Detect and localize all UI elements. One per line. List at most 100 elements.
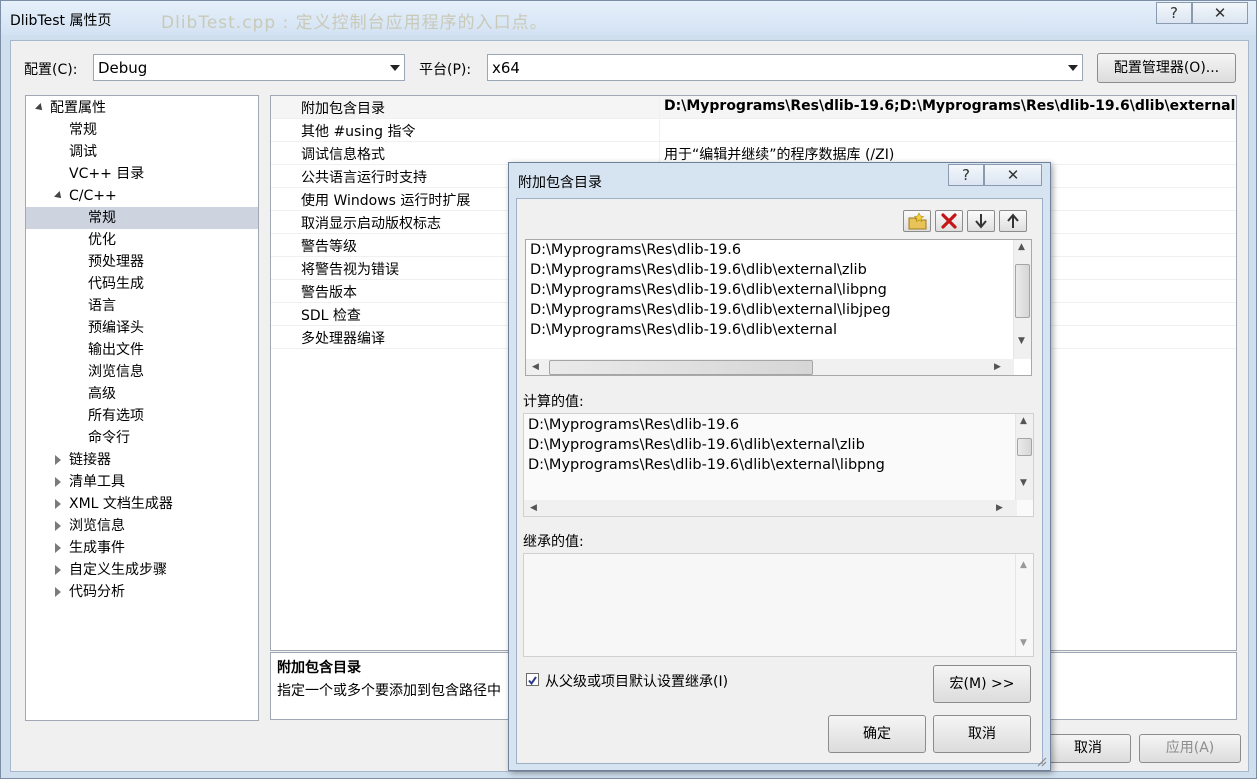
tree-item[interactable]: 高级 xyxy=(26,383,258,405)
property-name: 警告等级 xyxy=(301,239,357,255)
column-divider[interactable] xyxy=(659,142,660,164)
column-divider[interactable] xyxy=(659,119,660,141)
tree-item-label: 代码分析 xyxy=(69,584,125,600)
vertical-scrollbar[interactable]: ▲ ▼ xyxy=(1013,240,1031,359)
tree-item[interactable]: 语言 xyxy=(26,295,258,317)
expanded-arrow-icon[interactable] xyxy=(35,103,45,113)
vertical-scrollbar[interactable]: ▲ ▼ xyxy=(1015,554,1033,656)
property-row[interactable]: 其他 #using 指令 xyxy=(271,119,1236,142)
vertical-scrollbar[interactable]: ▲ ▼ xyxy=(1015,414,1033,500)
config-manager-button[interactable]: 配置管理器(O)... xyxy=(1097,53,1236,83)
tree-item-label: 清单工具 xyxy=(69,474,125,490)
move-up-button[interactable] xyxy=(999,210,1027,232)
tree-item[interactable]: 生成事件 xyxy=(26,537,258,559)
cancel-button-label: 取消 xyxy=(1074,740,1102,756)
description-title: 附加包含目录 xyxy=(277,660,361,676)
scroll-down-icon[interactable]: ▼ xyxy=(1018,336,1025,346)
horizontal-scrollbar[interactable]: ◀ ▶ xyxy=(526,359,1014,375)
help-button[interactable]: ? xyxy=(1156,2,1192,24)
scroll-thumb[interactable] xyxy=(1017,438,1032,456)
description-text: 指定一个或多个要添加到包含路径中 xyxy=(277,683,501,699)
tree-item[interactable]: 优化 xyxy=(26,229,258,251)
evaluated-list[interactable]: ▲ ▼ ◀ ▶ D:\Myprograms\Res\dlib-19.6 D:\My… xyxy=(523,413,1034,517)
dialog-cancel-button[interactable]: 取消 xyxy=(933,715,1031,753)
expanded-arrow-icon[interactable] xyxy=(54,191,64,201)
tree-item[interactable]: 链接器 xyxy=(26,449,258,471)
inherit-checkbox-label[interactable]: 从父级或项目默认设置继承(I) xyxy=(545,671,728,691)
new-line-button[interactable] xyxy=(903,210,931,232)
tree-item[interactable]: 输出文件 xyxy=(26,339,258,361)
category-tree[interactable]: 配置属性 常规 调试 VC++ 目录 C/C++ 常规 优化 预处理器 代码生成 语言 预编译头 输出… xyxy=(25,95,259,721)
tree-item[interactable]: 配置属性 xyxy=(26,97,258,119)
close-icon: ✕ xyxy=(1006,166,1020,184)
collapsed-arrow-icon[interactable] xyxy=(55,543,61,553)
scroll-left-icon[interactable]: ◀ xyxy=(532,362,539,372)
tree-item[interactable]: 浏览信息 xyxy=(26,361,258,383)
tree-item[interactable]: 常规 xyxy=(26,207,258,229)
collapsed-arrow-icon[interactable] xyxy=(55,499,61,509)
tree-item[interactable]: VC++ 目录 xyxy=(26,163,258,185)
config-dropdown[interactable]: Debug xyxy=(93,54,405,81)
collapsed-arrow-icon[interactable] xyxy=(55,521,61,531)
close-button[interactable]: ✕ xyxy=(1192,2,1248,24)
move-down-button[interactable] xyxy=(967,210,995,232)
directory-list[interactable]: ▲ ▼ ◀ ▶ D:\Myprograms\Res\dlib-19.6 D:\My… xyxy=(525,239,1032,376)
collapsed-arrow-icon[interactable] xyxy=(55,455,61,465)
collapsed-arrow-icon[interactable] xyxy=(55,477,61,487)
scroll-up-icon[interactable]: ▲ xyxy=(1018,242,1025,252)
list-item[interactable]: D:\Myprograms\Res\dlib-19.6\dlib\externa… xyxy=(530,322,837,338)
checkmark-icon xyxy=(528,676,537,686)
tree-item[interactable]: 预处理器 xyxy=(26,251,258,273)
inherit-checkbox[interactable] xyxy=(526,673,539,686)
list-item[interactable]: D:\Myprograms\Res\dlib-19.6\dlib\externa… xyxy=(528,457,885,473)
collapsed-arrow-icon[interactable] xyxy=(55,565,61,575)
list-item[interactable]: D:\Myprograms\Res\dlib-19.6\dlib\externa… xyxy=(530,302,891,318)
list-item[interactable]: D:\Myprograms\Res\dlib-19.6 xyxy=(528,417,739,433)
scroll-up-icon[interactable]: ▲ xyxy=(1020,560,1027,570)
scroll-thumb[interactable] xyxy=(549,360,813,375)
inherited-list[interactable]: ▲ ▼ xyxy=(523,553,1034,657)
delete-line-button[interactable] xyxy=(935,210,963,232)
column-divider[interactable] xyxy=(659,96,660,118)
scroll-thumb[interactable] xyxy=(1015,264,1030,318)
scroll-down-icon[interactable]: ▼ xyxy=(1020,478,1027,488)
horizontal-scrollbar[interactable]: ◀ ▶ xyxy=(524,500,1017,516)
list-item[interactable]: D:\Myprograms\Res\dlib-19.6\dlib\externa… xyxy=(530,282,887,298)
tree-item-label: 自定义生成步骤 xyxy=(69,562,167,578)
dialog-title: 附加包含目录 xyxy=(518,175,602,191)
ok-button[interactable]: 确定 xyxy=(828,715,926,753)
resize-grip-icon[interactable] xyxy=(1034,754,1048,768)
property-name: 使用 Windows 运行时扩展 xyxy=(301,193,471,209)
scroll-up-icon[interactable]: ▲ xyxy=(1020,416,1027,426)
tree-item[interactable]: 自定义生成步骤 xyxy=(26,559,258,581)
tree-item[interactable]: C/C++ xyxy=(26,185,258,207)
title-bar[interactable]: DlibTest 属性页 DlibTest.cpp : 定义控制台应用程序的入口… xyxy=(1,1,1256,35)
tree-item[interactable]: 常规 xyxy=(26,119,258,141)
scroll-down-icon[interactable]: ▼ xyxy=(1020,638,1027,648)
scroll-right-icon[interactable]: ▶ xyxy=(996,503,1003,513)
tree-item[interactable]: 浏览信息 xyxy=(26,515,258,537)
dialog-help-button[interactable]: ? xyxy=(948,164,984,186)
tree-item[interactable]: 预编译头 xyxy=(26,317,258,339)
tree-item[interactable]: 调试 xyxy=(26,141,258,163)
apply-button[interactable]: 应用(A) xyxy=(1139,734,1241,763)
tree-item[interactable]: 代码分析 xyxy=(26,581,258,603)
macro-button[interactable]: 宏(M) >> xyxy=(933,665,1031,703)
tree-item[interactable]: 所有选项 xyxy=(26,405,258,427)
list-item[interactable]: D:\Myprograms\Res\dlib-19.6\dlib\externa… xyxy=(528,437,865,453)
tree-item[interactable]: 清单工具 xyxy=(26,471,258,493)
scroll-right-icon[interactable]: ▶ xyxy=(994,362,1001,372)
list-item[interactable]: D:\Myprograms\Res\dlib-19.6\dlib\externa… xyxy=(530,262,867,278)
collapsed-arrow-icon[interactable] xyxy=(55,587,61,597)
tree-item[interactable]: XML 文档生成器 xyxy=(26,493,258,515)
property-value: D:\Myprograms\Res\dlib-19.6;D:\Myprogram… xyxy=(664,98,1237,114)
dialog-body: ▲ ▼ ◀ ▶ D:\Myprograms\Res\dlib-19.6 D:\My… xyxy=(516,198,1043,764)
property-name: 其他 #using 指令 xyxy=(301,124,416,140)
tree-item[interactable]: 命令行 xyxy=(26,427,258,449)
scroll-left-icon[interactable]: ◀ xyxy=(530,503,537,513)
dialog-close-button[interactable]: ✕ xyxy=(984,164,1042,186)
property-row[interactable]: 附加包含目录 D:\Myprograms\Res\dlib-19.6;D:\Myp… xyxy=(271,96,1236,119)
list-item[interactable]: D:\Myprograms\Res\dlib-19.6 xyxy=(530,242,741,258)
tree-item[interactable]: 代码生成 xyxy=(26,273,258,295)
platform-dropdown[interactable]: x64 xyxy=(487,54,1083,81)
